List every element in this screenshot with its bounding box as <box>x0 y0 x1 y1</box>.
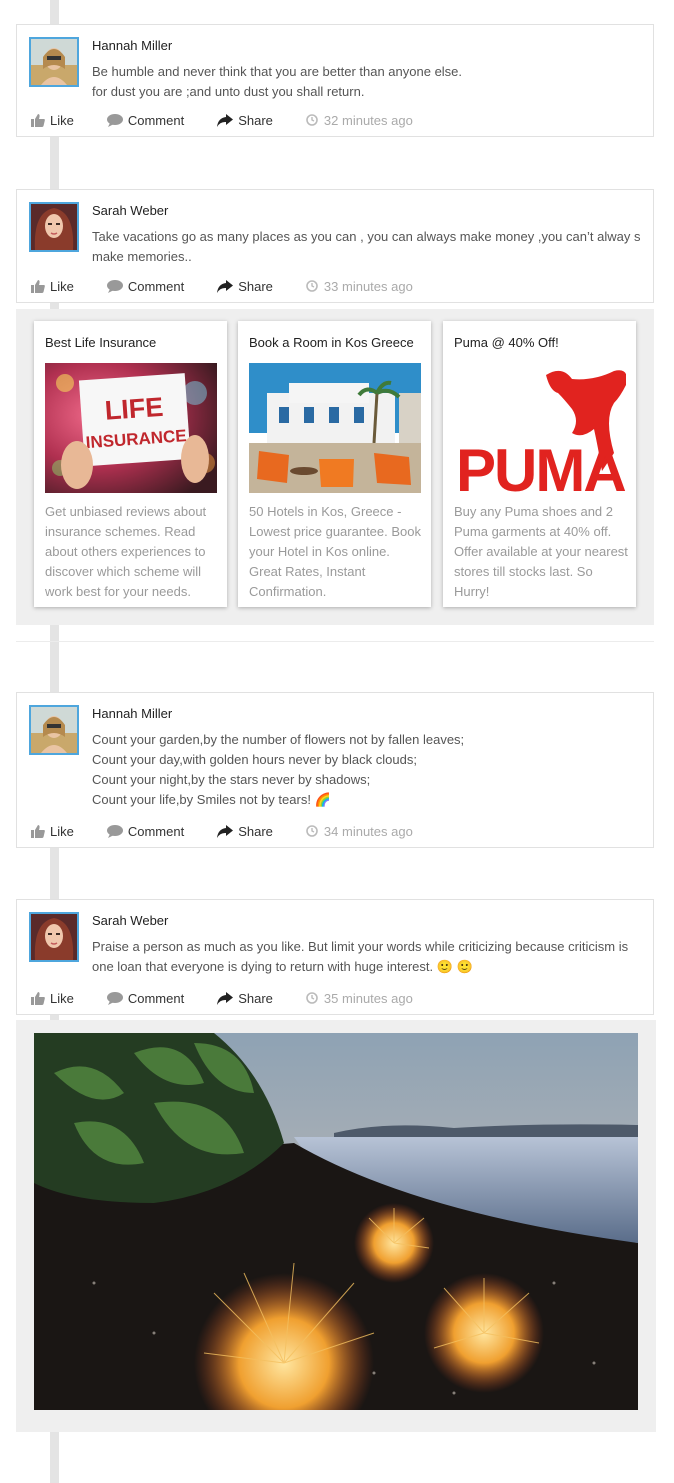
post-actions: Like Comment Share 35 minutes ago <box>31 990 413 1006</box>
comment-bubble-icon <box>106 824 123 838</box>
timestamp-text: 35 minutes ago <box>323 990 413 1006</box>
like-label: Like <box>50 112 74 128</box>
clock-icon <box>306 114 318 126</box>
avatar[interactable] <box>29 705 79 755</box>
share-button[interactable]: Share <box>217 991 273 1006</box>
share-label: Share <box>238 278 273 294</box>
share-arrow-icon <box>217 279 234 293</box>
ad-description: 50 Hotels in Kos, Greece - Lowest price … <box>249 504 421 599</box>
comment-bubble-icon <box>106 279 123 293</box>
ad-image[interactable]: LIFE INSURANCE <box>45 363 217 493</box>
post-text: Take vacations go as many places as you … <box>92 229 641 264</box>
comment-label: Comment <box>127 112 185 128</box>
share-arrow-icon <box>217 113 234 127</box>
ad-title[interactable]: Puma @ 40% Off! <box>454 335 559 350</box>
comment-button[interactable]: Comment <box>106 112 185 128</box>
avatar[interactable] <box>29 37 79 87</box>
ad-title[interactable]: Book a Room in Kos Greece <box>249 335 414 350</box>
post-author[interactable]: Sarah Weber <box>92 203 168 218</box>
puma-logo-text: PUMA <box>456 437 625 493</box>
post-actions: Like Comment Share 32 minutes ago <box>31 112 413 128</box>
share-button[interactable]: Share <box>217 824 273 839</box>
post-card: Hannah Miller Count your garden,by the n… <box>16 692 654 848</box>
comment-bubble-icon <box>106 991 123 1005</box>
post-card: Sarah Weber Take vacations go as many pl… <box>16 189 654 303</box>
thumbs-up-icon <box>31 279 45 293</box>
share-button[interactable]: Share <box>217 279 273 294</box>
post-photo[interactable] <box>34 1033 638 1410</box>
post-author[interactable]: Sarah Weber <box>92 913 168 928</box>
ad-description: Buy any Puma shoes and 2 Puma garments a… <box>454 504 628 599</box>
post-card: Hannah Miller Be humble and never think … <box>16 24 654 137</box>
post-timestamp: 32 minutes ago <box>306 113 413 128</box>
like-button[interactable]: Like <box>31 279 74 294</box>
thumbs-up-icon <box>31 991 45 1005</box>
like-label: Like <box>50 990 74 1006</box>
timestamp-text: 33 minutes ago <box>323 278 413 294</box>
ad-description: Get unbiased reviews about insurance sch… <box>45 504 207 599</box>
clock-icon <box>306 992 318 1004</box>
ad-card-kos-hotel[interactable]: Book a Room in Kos Greece 50 Hotels in K… <box>238 321 431 607</box>
comment-button[interactable]: Comment <box>106 278 185 294</box>
share-arrow-icon <box>217 991 234 1005</box>
share-label: Share <box>238 823 273 839</box>
share-arrow-icon <box>217 824 234 838</box>
thumbs-up-icon <box>31 113 45 127</box>
share-label: Share <box>238 990 273 1006</box>
avatar[interactable] <box>29 912 79 962</box>
ad-image-text-line1: LIFE <box>104 392 164 426</box>
comment-label: Comment <box>127 278 185 294</box>
ad-image[interactable] <box>249 363 421 493</box>
timeline-line-bottom <box>50 1432 59 1483</box>
avatar[interactable] <box>29 202 79 252</box>
post-timestamp: 33 minutes ago <box>306 279 413 294</box>
clock-icon <box>306 825 318 837</box>
like-label: Like <box>50 278 74 294</box>
ad-card-puma[interactable]: Puma @ 40% Off! PUMA Buy any Puma shoes … <box>443 321 636 607</box>
post-author[interactable]: Hannah Miller <box>92 38 172 53</box>
timestamp-text: 32 minutes ago <box>323 112 413 128</box>
thumbs-up-icon <box>31 824 45 838</box>
share-button[interactable]: Share <box>217 113 273 128</box>
post-text: Count your garden,by the number of flowe… <box>92 732 465 807</box>
post-text: Praise a person as much as you like. But… <box>92 939 629 974</box>
post-actions: Like Comment Share 33 minutes ago <box>31 278 413 294</box>
ad-image[interactable]: PUMA <box>454 363 626 493</box>
post-timestamp: 34 minutes ago <box>306 824 413 839</box>
timestamp-text: 34 minutes ago <box>323 823 413 839</box>
like-button[interactable]: Like <box>31 113 74 128</box>
ad-card-life-insurance[interactable]: Best Life Insurance LIFE INSURANCE Get u… <box>34 321 227 607</box>
sponsored-ads: Best Life Insurance LIFE INSURANCE Get u… <box>16 309 654 625</box>
clock-icon <box>306 280 318 292</box>
ad-title[interactable]: Best Life Insurance <box>45 335 156 350</box>
like-button[interactable]: Like <box>31 991 74 1006</box>
comment-button[interactable]: Comment <box>106 823 185 839</box>
post-text: Be humble and never think that you are b… <box>92 64 463 99</box>
comment-label: Comment <box>127 823 185 839</box>
share-label: Share <box>238 112 273 128</box>
post-timestamp: 35 minutes ago <box>306 991 413 1006</box>
like-label: Like <box>50 823 74 839</box>
comment-label: Comment <box>127 990 185 1006</box>
comment-bubble-icon <box>106 113 123 127</box>
post-photo-container <box>16 1020 656 1432</box>
post-card: Sarah Weber Praise a person as much as y… <box>16 899 654 1015</box>
post-author[interactable]: Hannah Miller <box>92 706 172 721</box>
like-button[interactable]: Like <box>31 824 74 839</box>
section-divider <box>16 641 654 642</box>
post-actions: Like Comment Share 34 minutes ago <box>31 823 413 839</box>
comment-button[interactable]: Comment <box>106 990 185 1006</box>
